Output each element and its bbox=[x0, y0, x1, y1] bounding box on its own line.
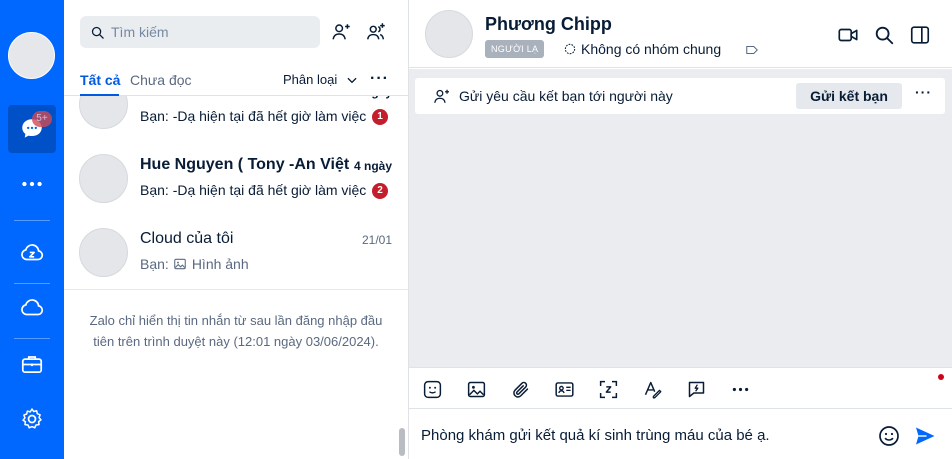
chat-area: Phương Chipp NGƯỜI LẠ Không có nhóm chun… bbox=[409, 0, 952, 459]
sticker-icon bbox=[423, 380, 441, 398]
list-more-button[interactable]: ··· bbox=[370, 70, 389, 88]
friend-request-bar: Gửi yêu cầu kết bạn tới người này Gửi kế… bbox=[415, 78, 945, 114]
nav-more[interactable] bbox=[8, 160, 56, 208]
stranger-badge: NGƯỜI LẠ bbox=[485, 40, 545, 58]
tab-indicator bbox=[80, 94, 119, 96]
tab-unread[interactable]: Chưa đọc bbox=[130, 72, 192, 88]
unread-badge: 2 bbox=[372, 183, 388, 199]
conversation-time: 4 ngày bbox=[353, 159, 392, 173]
add-friend-button[interactable] bbox=[329, 20, 353, 44]
message-area: Gửi yêu cầu kết bạn tới người này Gửi kế… bbox=[409, 69, 952, 367]
conversation-item[interactable]: Cloud của tôi 21/01 Bạn: Hình ảnh bbox=[64, 216, 408, 290]
send-image-button[interactable] bbox=[465, 378, 487, 400]
toolbar-more-button[interactable] bbox=[729, 378, 751, 400]
list-scrollbar[interactable] bbox=[399, 428, 405, 456]
contact-card-icon bbox=[554, 381, 574, 397]
search-icon bbox=[91, 26, 104, 39]
avatar bbox=[79, 228, 128, 277]
more-icon bbox=[22, 181, 42, 187]
search-bar-overlay[interactable] bbox=[80, 16, 320, 48]
add-user-icon bbox=[332, 24, 350, 40]
more-icon bbox=[732, 387, 748, 391]
unread-badge: 1 bbox=[372, 109, 388, 125]
tag-icon[interactable] bbox=[745, 43, 759, 57]
messages-badge: 5+ bbox=[32, 111, 52, 127]
preview-prefix: Bạn: bbox=[140, 256, 169, 272]
image-icon bbox=[467, 381, 485, 397]
cloud-icon bbox=[21, 299, 44, 316]
friend-bar-more-button[interactable]: ··· bbox=[915, 84, 932, 100]
send-friend-request-button[interactable]: Gửi kết bạn bbox=[796, 83, 902, 109]
attach-file-button[interactable] bbox=[509, 378, 531, 400]
conversation-preview: Bạn: Hình ảnh bbox=[140, 256, 249, 272]
briefcase-icon bbox=[21, 356, 43, 373]
gear-icon bbox=[22, 408, 42, 429]
group-icon bbox=[564, 43, 576, 55]
zcloud-icon bbox=[21, 244, 44, 261]
screenshot-icon bbox=[599, 380, 617, 398]
conversation-preview: Bạn: -Dạ hiện tại đã hết giờ làm việc bbox=[140, 108, 367, 124]
search-chat-button[interactable] bbox=[873, 24, 895, 46]
tab-all[interactable]: Tất cả bbox=[80, 72, 120, 88]
conversation-time: 21/01 bbox=[361, 233, 392, 247]
conversation-preview: Bạn: -Dạ hiện tại đã hết giờ làm việc bbox=[140, 182, 367, 198]
message-composer[interactable]: Phòng khám gửi kết quả kí sinh trùng máu… bbox=[409, 409, 952, 459]
conversation-panel: Tất cả Chưa đọc Phân loại ··· Lam Minh T… bbox=[64, 0, 409, 459]
video-call-button[interactable] bbox=[837, 24, 859, 46]
composer-toolbar bbox=[409, 367, 952, 409]
user-avatar[interactable] bbox=[8, 32, 55, 79]
paperclip-icon bbox=[512, 381, 528, 398]
classify-dropdown[interactable]: Phân loại bbox=[283, 72, 359, 87]
search-input[interactable] bbox=[111, 24, 311, 40]
nav-messages[interactable]: 5+ bbox=[8, 105, 56, 153]
conversation-tabs: Tất cả Chưa đọc Phân loại ··· bbox=[64, 66, 408, 96]
send-contact-card-button[interactable] bbox=[553, 378, 575, 400]
search-icon bbox=[875, 26, 894, 45]
add-user-icon bbox=[434, 89, 450, 103]
preview-text: Hình ảnh bbox=[191, 256, 249, 272]
friend-request-text: Gửi yêu cầu kết bạn tới người này bbox=[459, 88, 673, 104]
sidebar-toggle-icon bbox=[910, 26, 930, 44]
nav-zcloud[interactable] bbox=[8, 229, 56, 277]
conversation-item[interactable]: Hue Nguyen ( Tony -An Việt 4 ngày Bạn: -… bbox=[64, 142, 408, 216]
text-format-button[interactable] bbox=[641, 378, 663, 400]
avatar bbox=[79, 154, 128, 203]
send-icon[interactable] bbox=[913, 424, 937, 448]
create-group-button[interactable] bbox=[364, 20, 388, 44]
sticker-button[interactable] bbox=[421, 378, 443, 400]
quick-message-icon bbox=[688, 381, 704, 397]
chat-header: Phương Chipp NGƯỜI LẠ Không có nhóm chun… bbox=[409, 0, 952, 68]
screenshot-button[interactable] bbox=[597, 378, 619, 400]
history-notice: Zalo chỉ hiển thị tin nhắn từ sau lần đă… bbox=[64, 289, 408, 372]
nav-cloud[interactable] bbox=[8, 284, 56, 332]
emoji-icon[interactable] bbox=[877, 424, 901, 448]
common-group-label: Không có nhóm chung bbox=[581, 41, 722, 57]
image-icon bbox=[174, 258, 186, 270]
add-group-icon bbox=[367, 23, 385, 40]
rail-divider bbox=[14, 220, 50, 221]
chevron-down-icon bbox=[347, 77, 357, 83]
rail-divider bbox=[14, 338, 50, 339]
nav-rail: 5+ bbox=[0, 0, 64, 459]
quick-message-button[interactable] bbox=[685, 378, 707, 400]
common-group-link[interactable]: Không có nhóm chung bbox=[563, 41, 721, 57]
classify-label: Phân loại bbox=[283, 72, 338, 87]
conversation-name: Hue Nguyen ( Tony -An Việt bbox=[140, 156, 350, 173]
conversation-name: Cloud của tôi bbox=[140, 230, 234, 247]
text-format-icon bbox=[644, 381, 661, 398]
toggle-info-panel-button[interactable] bbox=[909, 24, 931, 46]
video-icon bbox=[838, 28, 858, 42]
contact-avatar[interactable] bbox=[425, 10, 473, 58]
nav-settings[interactable] bbox=[8, 395, 56, 443]
nav-tools[interactable] bbox=[8, 340, 56, 388]
message-input[interactable]: Phòng khám gửi kết quả kí sinh trùng máu… bbox=[421, 427, 770, 444]
notification-dot bbox=[938, 374, 944, 380]
contact-name[interactable]: Phương Chipp bbox=[485, 14, 612, 35]
